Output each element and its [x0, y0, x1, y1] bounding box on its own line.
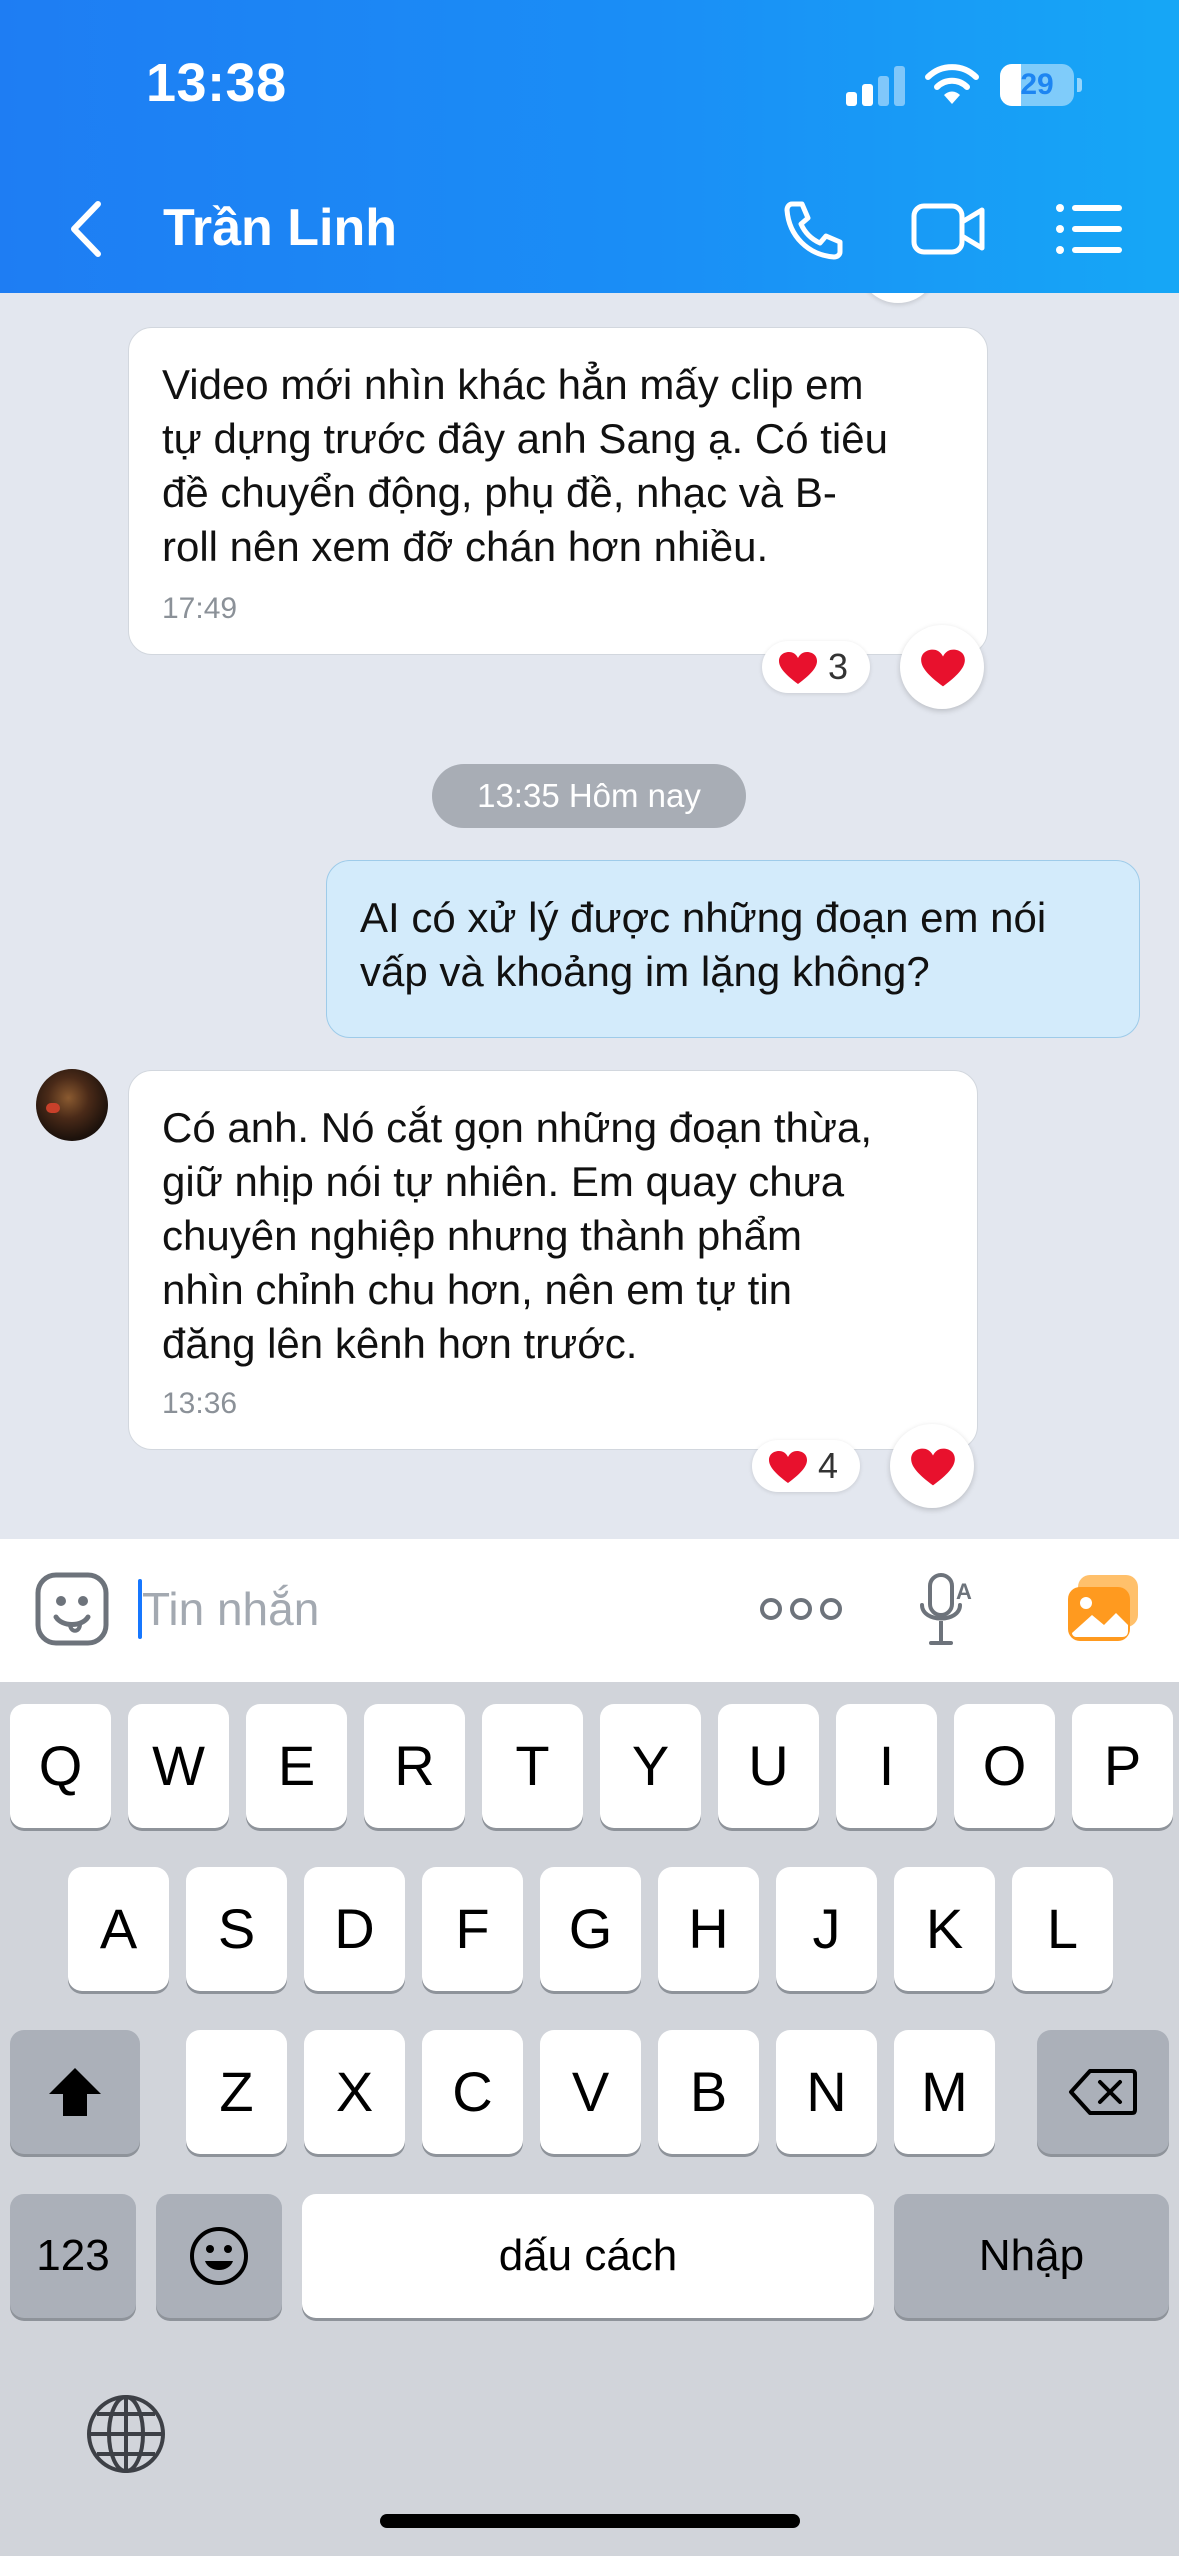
battery-nub: [1077, 78, 1082, 92]
chat-area[interactable]: Video mới nhìn khác hẳn mấy clip em tự d…: [0, 293, 1179, 1539]
message-text: Video mới nhìn khác hẳn mấy clip em tự d…: [162, 358, 967, 574]
message-time: 17:49: [162, 592, 238, 625]
key-b[interactable]: B: [658, 2030, 759, 2154]
reaction-number: 4: [818, 1445, 839, 1486]
message-text: Có anh. Nó cắt gọn những đoạn thừa, giữ …: [162, 1101, 957, 1371]
message-line: đề chuyển động, phụ đề, nhạc và B-: [162, 469, 837, 516]
list-menu-icon[interactable]: [1050, 194, 1130, 264]
react-heart-button[interactable]: [890, 1424, 974, 1508]
key-s[interactable]: S: [186, 1867, 287, 1991]
phone-icon[interactable]: [770, 194, 850, 264]
key-p[interactable]: P: [1072, 1704, 1173, 1828]
key-c[interactable]: C: [422, 2030, 523, 2154]
gallery-icon[interactable]: [1066, 1573, 1140, 1643]
message-line: giữ nhịp nói tự nhiên. Em quay chưa: [162, 1158, 845, 1205]
heart-icon: [769, 1451, 807, 1483]
globe-icon[interactable]: [84, 2392, 168, 2476]
key-q[interactable]: Q: [10, 1704, 111, 1828]
key-j[interactable]: J: [776, 1867, 877, 1991]
heart-icon: [921, 649, 965, 687]
key-a[interactable]: A: [68, 1867, 169, 1991]
message-line: roll nên xem đỡ chán hơn nhiều.: [162, 523, 769, 570]
back-button[interactable]: [58, 194, 118, 264]
key-r[interactable]: R: [364, 1704, 465, 1828]
battery-percentage: 29: [1020, 68, 1054, 101]
heart-icon: [779, 652, 817, 684]
message-line: Video mới nhìn khác hẳn mấy clip em: [162, 361, 864, 408]
reaction-count[interactable]: 3: [762, 641, 870, 693]
message-line: AI có xử lý được những đoạn em nói: [360, 894, 1047, 941]
return-key[interactable]: Nhập: [894, 2194, 1169, 2318]
key-n[interactable]: N: [776, 2030, 877, 2154]
key-v[interactable]: V: [540, 2030, 641, 2154]
keyboard: 123 dấu cách Nhập QWERTYUIOP ASDFGHJKL ZXC…: [0, 1682, 1179, 2556]
emoji-key[interactable]: [156, 2194, 282, 2318]
message-bubble-received[interactable]: Video mới nhìn khác hẳn mấy clip em tự d…: [128, 327, 988, 655]
space-key[interactable]: dấu cách: [302, 2194, 874, 2318]
key-i[interactable]: I: [836, 1704, 937, 1828]
message-line: tự dựng trước đây anh Sang ạ. Có tiêu: [162, 415, 888, 462]
shift-key[interactable]: [10, 2030, 140, 2154]
voice-to-text-icon[interactable]: A: [918, 1569, 974, 1651]
react-heart-button[interactable]: [900, 625, 984, 709]
shift-icon: [49, 2068, 101, 2116]
status-time: 13:38: [146, 53, 287, 113]
message-time: 13:36: [162, 1387, 238, 1420]
contact-name[interactable]: Trần Linh: [163, 198, 397, 258]
message-bubble-sent[interactable]: AI có xử lý được những đoạn em nói vấp v…: [326, 860, 1140, 1038]
battery-icon: 29: [1000, 64, 1074, 106]
svg-text:A: A: [956, 1579, 972, 1604]
key-u[interactable]: U: [718, 1704, 819, 1828]
key-z[interactable]: Z: [186, 2030, 287, 2154]
message-input-bar: A: [0, 1539, 1179, 1682]
avatar[interactable]: [36, 1069, 108, 1141]
message-line: chuyên nghiệp nhưng thành phẩm: [162, 1212, 802, 1259]
delete-key[interactable]: [1037, 2030, 1169, 2154]
key-o[interactable]: O: [954, 1704, 1055, 1828]
message-line: nhìn chỉnh chu hơn, nên em tự tin: [162, 1266, 793, 1313]
home-indicator: [380, 2514, 800, 2528]
message-line: đăng lên kênh hơn trước.: [162, 1320, 638, 1367]
key-t[interactable]: T: [482, 1704, 583, 1828]
numbers-key[interactable]: 123: [10, 2194, 136, 2318]
message-input[interactable]: [142, 1569, 702, 1649]
more-dots-icon[interactable]: [758, 1589, 844, 1629]
chat-header: 13:38 29 Trần Linh: [0, 0, 1179, 293]
key-m[interactable]: M: [894, 2030, 995, 2154]
heart-icon: [911, 1448, 955, 1486]
wifi-icon: [925, 64, 979, 104]
key-y[interactable]: Y: [600, 1704, 701, 1828]
backspace-icon: [1069, 2069, 1137, 2115]
cellular-signal-icon: [846, 66, 906, 106]
key-k[interactable]: K: [894, 1867, 995, 1991]
key-d[interactable]: D: [304, 1867, 405, 1991]
emoji-icon: [190, 2227, 248, 2285]
key-x[interactable]: X: [304, 2030, 405, 2154]
key-g[interactable]: G: [540, 1867, 641, 1991]
previous-reaction-button[interactable]: [858, 293, 938, 303]
date-separator: 13:35 Hôm nay: [432, 764, 746, 828]
reaction-count[interactable]: 4: [752, 1440, 860, 1492]
key-f[interactable]: F: [422, 1867, 523, 1991]
key-h[interactable]: H: [658, 1867, 759, 1991]
message-bubble-received[interactable]: Có anh. Nó cắt gọn những đoạn thừa, giữ …: [128, 1070, 978, 1450]
reaction-number: 3: [828, 646, 849, 687]
key-l[interactable]: L: [1012, 1867, 1113, 1991]
key-e[interactable]: E: [246, 1704, 347, 1828]
message-line: vấp và khoảng im lặng không?: [360, 948, 930, 995]
key-w[interactable]: W: [128, 1704, 229, 1828]
message-line: Có anh. Nó cắt gọn những đoạn thừa,: [162, 1104, 873, 1151]
sticker-face-icon[interactable]: [34, 1571, 110, 1647]
video-camera-icon[interactable]: [908, 194, 988, 264]
message-text: AI có xử lý được những đoạn em nói vấp v…: [360, 891, 1119, 999]
